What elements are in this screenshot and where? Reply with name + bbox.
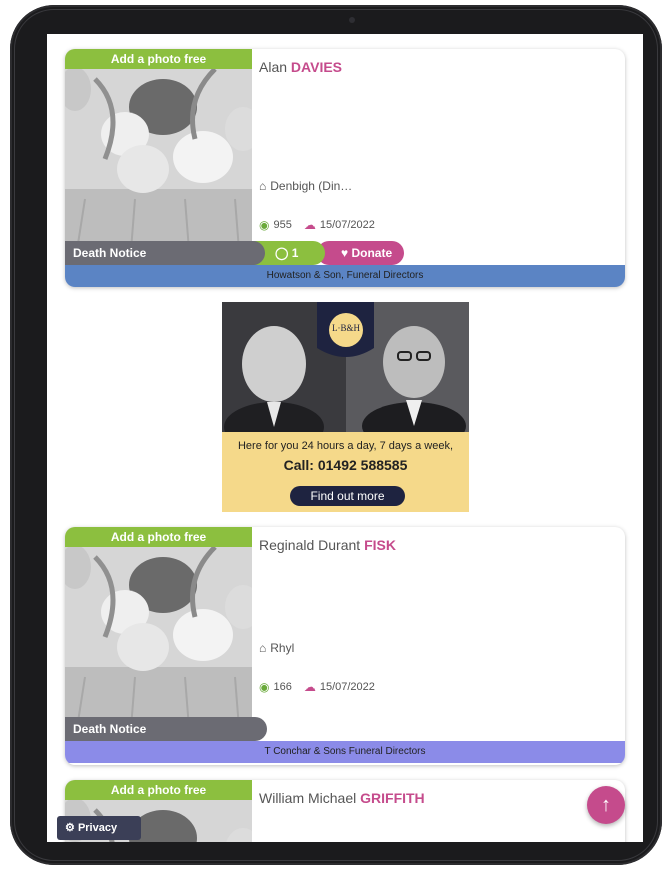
find-out-more-button[interactable]: Find out more bbox=[290, 486, 405, 506]
add-photo-banner[interactable]: Add a photo free bbox=[65, 527, 252, 547]
published-date: 15/07/2022 bbox=[319, 219, 375, 231]
notice-card[interactable]: Add a photo free Alan DAVIES ⌂ Denbigh (… bbox=[65, 49, 625, 287]
eye-icon: ◉ bbox=[259, 218, 270, 232]
gear-icon: ⚙ bbox=[65, 822, 75, 834]
notice-card[interactable]: Add a photo free William Michael GRIFFIT… bbox=[65, 780, 625, 842]
add-photo-banner[interactable]: Add a photo free bbox=[65, 49, 252, 69]
comment-count: 1 bbox=[291, 246, 299, 260]
add-photo-banner[interactable]: Add a photo free bbox=[65, 780, 252, 800]
heart-icon: ♥ bbox=[341, 246, 349, 260]
tulip-placeholder-image: Add a photo free bbox=[65, 527, 252, 741]
advert-logo: L·B&H bbox=[332, 323, 360, 333]
home-icon: ⌂ bbox=[259, 179, 267, 193]
arrow-up-icon: ↑ bbox=[601, 794, 611, 816]
location: ⌂ Denbigh (Din… bbox=[259, 179, 352, 193]
privacy-button[interactable]: ⚙ Privacy bbox=[57, 816, 141, 840]
deceased-name[interactable]: William Michael GRIFFITH bbox=[259, 790, 425, 806]
view-count: 955 bbox=[273, 219, 292, 231]
deceased-name[interactable]: Alan DAVIES bbox=[259, 59, 342, 75]
funeral-director-bar[interactable]: Howatson & Son, Funeral Directors bbox=[65, 265, 625, 287]
donate-button[interactable]: ♥ Donate bbox=[317, 241, 405, 265]
camera-dot bbox=[349, 17, 355, 23]
first-names: Reginald Durant bbox=[259, 537, 361, 553]
notice-type-label: Death Notice bbox=[65, 241, 265, 265]
location: ⌂ Rhyl bbox=[259, 641, 294, 655]
tulip-placeholder-image: Add a photo free bbox=[65, 49, 252, 263]
funeral-director-advert[interactable]: L·B&H Here for you 24 hours a day, 7 day… bbox=[222, 302, 469, 512]
location-text: Denbigh (Din… bbox=[270, 179, 353, 193]
surname: GRIFFITH bbox=[360, 790, 425, 806]
first-names: Alan bbox=[259, 59, 288, 75]
first-names: William Michael bbox=[259, 790, 357, 806]
advert-photo: L·B&H bbox=[222, 302, 469, 432]
advert-phone[interactable]: Call: 01492 588585 bbox=[222, 457, 469, 473]
notice-type-label: Death Notice bbox=[65, 717, 267, 741]
advert-tagline: Here for you 24 hours a day, 7 days a we… bbox=[237, 440, 454, 452]
deceased-name[interactable]: Reginald Durant FISK bbox=[259, 537, 396, 553]
stats-row: ◉ 955 ☁ 15/07/2022 bbox=[259, 218, 375, 232]
surname: DAVIES bbox=[290, 59, 343, 75]
comment-icon: ◯ bbox=[275, 246, 289, 260]
cloud-upload-icon: ☁ bbox=[303, 680, 316, 694]
published-date: 15/07/2022 bbox=[319, 681, 375, 693]
scroll-to-top-button[interactable]: ↑ bbox=[587, 786, 625, 824]
location-text: Rhyl bbox=[270, 641, 295, 655]
home-icon: ⌂ bbox=[259, 641, 267, 655]
view-count: 166 bbox=[273, 681, 292, 693]
cloud-upload-icon: ☁ bbox=[303, 218, 316, 232]
eye-icon: ◉ bbox=[259, 680, 270, 694]
surname: FISK bbox=[364, 537, 396, 553]
screen: Add a photo free Alan DAVIES ⌂ Denbigh (… bbox=[47, 34, 643, 842]
stats-row: ◉ 166 ☁ 15/07/2022 bbox=[259, 680, 375, 694]
notice-card[interactable]: Add a photo free Reginald Durant FISK ⌂ … bbox=[65, 527, 625, 765]
funeral-director-bar[interactable]: T Conchar & Sons Funeral Directors bbox=[65, 741, 625, 763]
